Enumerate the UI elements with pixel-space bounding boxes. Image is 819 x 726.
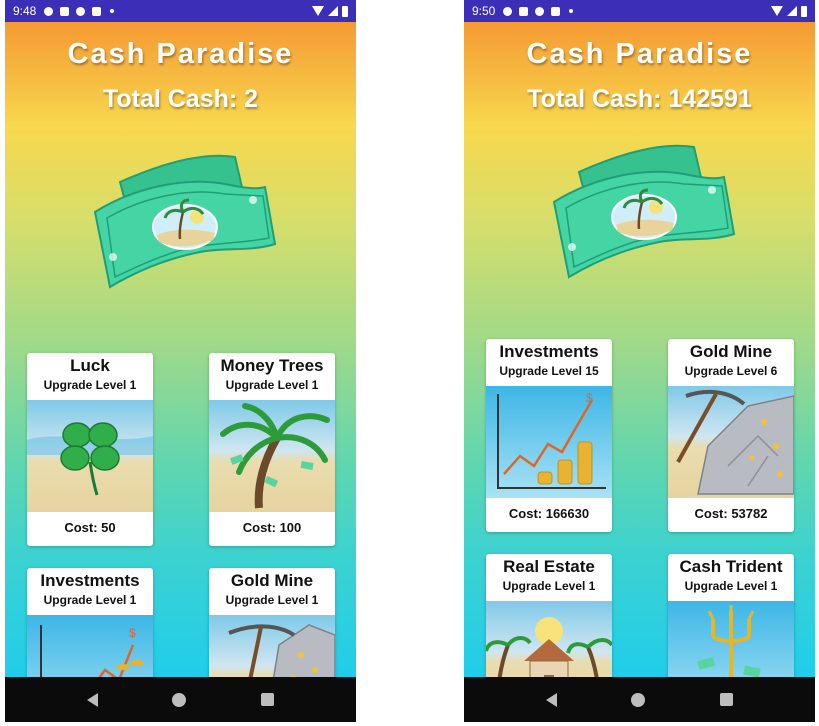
svg-text:$: $ [586,391,593,405]
more-notifications-icon [110,9,115,13]
upgrade-level: Upgrade Level 6 [684,364,778,378]
upgrade-card-luck[interactable]: Luck Upgrade Level 1 Cost: 50 [27,353,153,546]
upgrade-card-real-estate[interactable]: Real Estate Upgrade Level 1 [486,554,612,677]
trident-icon [668,601,794,677]
game-title: Cash Paradise [526,38,753,70]
upgrade-level: Upgrade Level 1 [225,593,319,607]
upgrade-level: Upgrade Level 1 [684,579,778,593]
svg-text:$: $ [129,626,136,640]
nav-bar [5,677,356,722]
upgrade-card-gold-mine[interactable]: Gold Mine Upgrade Level 1 [209,568,335,677]
upgrade-name: Gold Mine [230,571,314,590]
more-notifications-icon [569,9,574,13]
recents-icon[interactable] [260,693,274,706]
mail-icon [551,6,561,16]
home-icon[interactable] [631,692,646,707]
upgrade-cost: Cost: 50 [64,520,116,535]
upgrade-level: Upgrade Level 1 [43,593,137,607]
recents-icon[interactable] [719,693,733,706]
cash-tap-button[interactable] [534,122,744,282]
upgrade-cost: Cost: 100 [242,520,302,535]
upgrade-name: Real Estate [503,557,595,576]
pickaxe-icon [209,615,335,677]
phone-screen-right: 9:50 Cash Paradise Total Cash: 142591 In… [464,0,815,722]
status-bar: 9:50 [464,0,815,22]
upgrade-name: Gold Mine [689,342,773,361]
upgrade-name: Cash Trident [679,557,783,576]
total-cash: Total Cash: 142591 [527,85,752,113]
palm-tree-icon [209,400,335,512]
battery-icon [342,5,348,17]
status-time: 9:48 [13,4,37,18]
upgrade-name: Investments [40,571,140,590]
investment-chart-icon: $ [486,386,612,498]
cash-bill-icon [93,154,277,289]
mail-icon [92,6,102,16]
upgrade-card-investments[interactable]: Investments Upgrade Level 1 $ [27,568,153,677]
house-icon [486,601,612,677]
home-icon[interactable] [172,692,187,707]
wifi-icon [312,6,324,16]
notification-icon [519,6,529,16]
shield-icon [76,6,86,16]
nav-bar [464,677,815,722]
upgrade-card-investments[interactable]: Investments Upgrade Level 15 $ Cost: 166… [486,339,612,532]
investment-chart-icon: $ [27,615,153,677]
back-icon[interactable] [87,692,99,707]
cash-tap-button[interactable] [75,132,285,292]
signal-icon [787,6,797,16]
upgrade-cost: Cost: 53782 [694,506,768,521]
upgrade-name: Money Trees [220,356,324,375]
pickaxe-icon [668,386,794,498]
battery-icon [801,5,807,17]
upgrade-card-gold-mine[interactable]: Gold Mine Upgrade Level 6 Cost: 53782 [668,339,794,532]
game-screen: Cash Paradise Total Cash: 2 Luck Upgrade… [5,22,356,677]
upgrade-card-money-trees[interactable]: Money Trees Upgrade Level 1 Cost: 100 [209,353,335,546]
upgrade-level: Upgrade Level 1 [225,378,319,392]
notification-icon [60,6,70,16]
phone-screen-left: 9:48 Cash Paradise Total Cash: 2 Luck Up… [5,0,356,722]
upgrade-level: Upgrade Level 15 [499,364,599,378]
clover-icon [27,400,153,512]
upgrade-name: Luck [70,356,110,375]
upgrade-cost: Cost: 166630 [508,506,590,521]
back-icon[interactable] [546,692,558,707]
status-bar: 9:48 [5,0,356,22]
total-cash: Total Cash: 2 [102,85,259,113]
settings-icon [44,6,54,16]
cash-bill-icon [552,144,736,279]
game-screen: Cash Paradise Total Cash: 142591 Investm… [464,22,815,677]
status-time: 9:50 [472,4,496,18]
upgrade-name: Investments [499,342,599,361]
settings-icon [503,6,513,16]
upgrade-level: Upgrade Level 1 [502,579,596,593]
shield-icon [535,6,545,16]
signal-icon [328,6,338,16]
game-title: Cash Paradise [67,38,294,70]
wifi-icon [771,6,783,16]
upgrade-level: Upgrade Level 1 [43,378,137,392]
upgrade-card-cash-trident[interactable]: Cash Trident Upgrade Level 1 [668,554,794,677]
